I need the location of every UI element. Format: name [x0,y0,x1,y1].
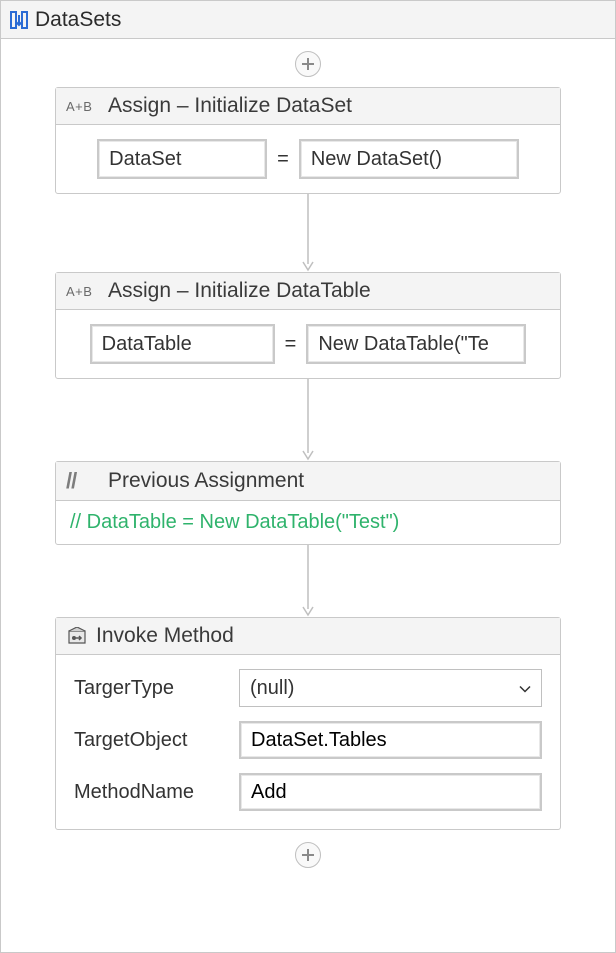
sequence-container: DataSets A+B Assign – Initialize DataSet… [0,0,616,953]
target-object-input[interactable] [239,721,542,759]
activity-title: Assign – Initialize DataTable [108,279,371,303]
activity-header: Invoke Method [56,618,560,655]
assign-activity-init-datatable[interactable]: A+B Assign – Initialize DataTable = [55,272,561,379]
target-type-label: TargerType [74,677,229,700]
method-name-row: MethodName [74,773,542,811]
flow-arrow [298,379,318,461]
assign-activity-init-dataset[interactable]: A+B Assign – Initialize DataSet = [55,87,561,194]
target-type-row: TargerType (null) [74,669,542,707]
invoke-method-icon [66,627,88,645]
activity-title: Previous Assignment [108,469,304,493]
assign-badge-icon: A+B [66,284,100,299]
flow-arrow [298,194,318,272]
assign-expression-row: = [74,324,542,364]
activity-title: Invoke Method [96,624,234,648]
comment-icon: // [66,468,100,494]
sequence-icon [9,10,29,30]
method-name-input[interactable] [239,773,542,811]
activity-header: // Previous Assignment [56,462,560,501]
assign-expression-row: = [74,139,542,179]
add-activity-button-top[interactable] [295,51,321,77]
comment-activity[interactable]: // Previous Assignment // DataTable = Ne… [55,461,561,545]
activity-title: Assign – Initialize DataSet [108,94,352,118]
equals-sign: = [277,148,289,171]
add-activity-button-bottom[interactable] [295,842,321,868]
sequence-body: A+B Assign – Initialize DataSet = A+B [1,39,615,952]
flow-arrow [298,545,318,617]
assign-to-input[interactable] [97,139,267,179]
assign-to-input[interactable] [90,324,275,364]
sequence-header[interactable]: DataSets [1,1,615,39]
assign-value-input[interactable] [306,324,526,364]
target-type-dropdown[interactable]: (null) [239,669,542,707]
activity-header: A+B Assign – Initialize DataTable [56,273,560,310]
sequence-title: DataSets [35,8,121,32]
assign-badge-icon: A+B [66,99,100,114]
target-type-value: (null) [250,677,294,700]
assign-value-input[interactable] [299,139,519,179]
invoke-method-activity[interactable]: Invoke Method TargerType (null) TargetOb… [55,617,561,830]
method-name-label: MethodName [74,781,229,804]
activity-header: A+B Assign – Initialize DataSet [56,88,560,125]
target-object-row: TargetObject [74,721,542,759]
comment-text: // DataTable = New DataTable("Test") [56,501,560,544]
target-object-label: TargetObject [74,729,229,752]
equals-sign: = [285,333,297,356]
chevron-down-icon [519,677,531,700]
